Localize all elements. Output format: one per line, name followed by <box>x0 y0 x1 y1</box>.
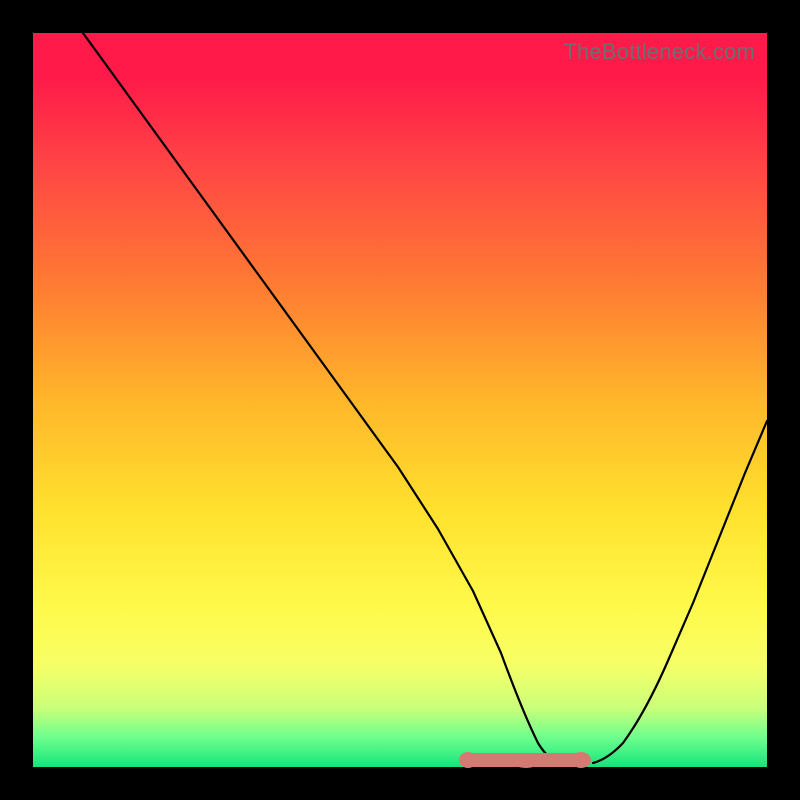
valley-highlight-blob-mid <box>511 753 541 768</box>
bottleneck-curve <box>33 33 767 767</box>
curve-right-limb <box>593 421 767 763</box>
curve-left-limb <box>83 33 561 763</box>
chart-frame: TheBottleneck.com <box>0 0 800 800</box>
valley-highlight-blob-right <box>571 752 591 768</box>
valley-highlight-blob-left2 <box>473 753 495 767</box>
plot-area: TheBottleneck.com <box>33 33 767 767</box>
